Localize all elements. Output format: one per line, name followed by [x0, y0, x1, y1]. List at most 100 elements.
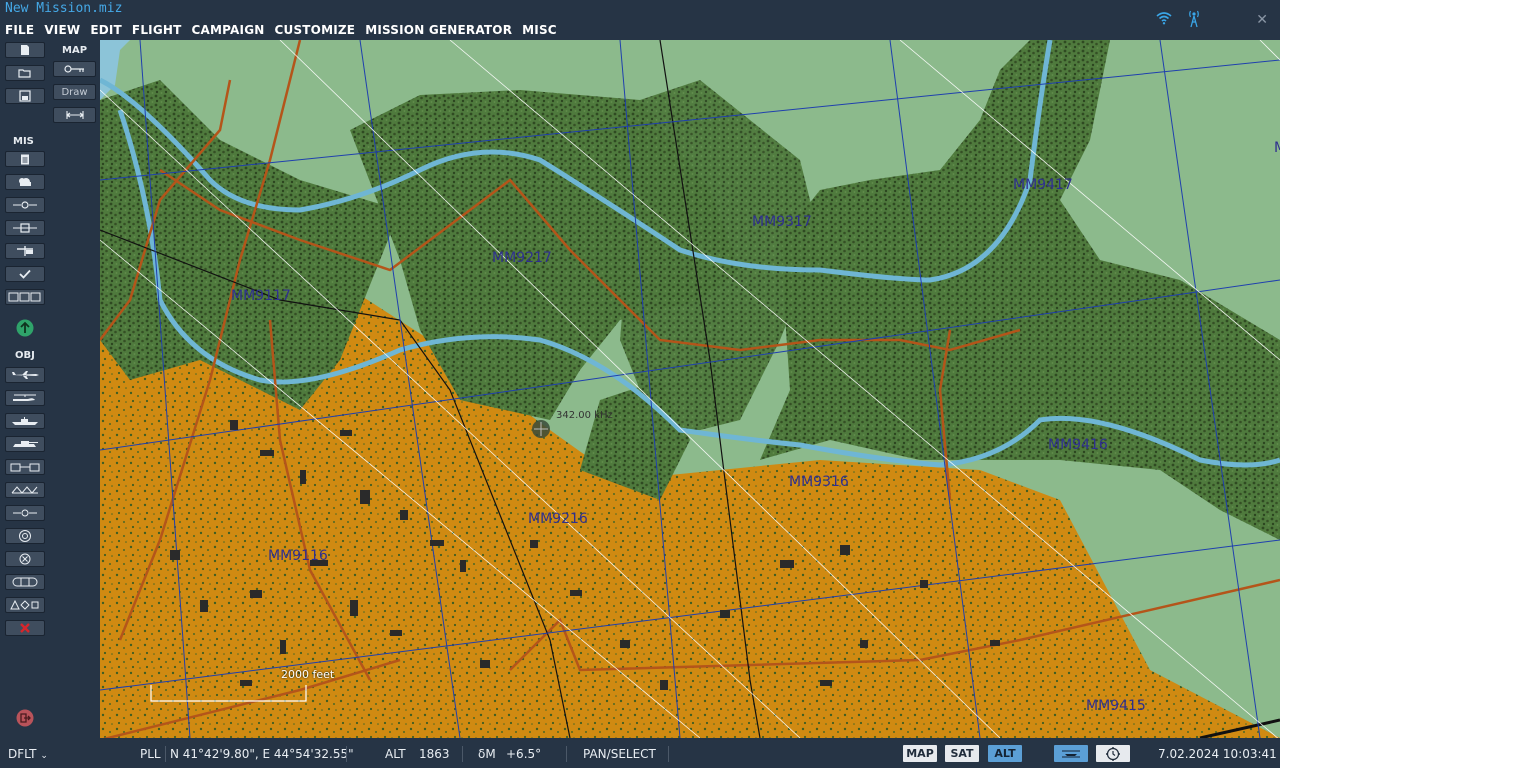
exit-icon[interactable]	[16, 709, 34, 731]
template-icon	[11, 486, 38, 494]
ruler-icon	[65, 111, 84, 119]
shapes-icon	[10, 600, 39, 610]
waypoint-icon	[13, 509, 37, 517]
new-file-button[interactable]	[5, 42, 45, 58]
delete-x-icon	[20, 623, 30, 633]
takeoff-arrow-icon[interactable]	[16, 319, 34, 341]
target-zone-icon	[19, 530, 31, 542]
menu-edit[interactable]: EDIT	[85, 23, 127, 37]
save-icon	[19, 90, 31, 102]
antenna-icon	[1186, 8, 1202, 32]
grid-label-mm9217: MM9217	[492, 250, 552, 266]
grid-label-mm9216: MM9216	[528, 511, 588, 527]
add-group-button[interactable]	[5, 574, 45, 590]
flag-icon	[17, 246, 33, 256]
menu-misc[interactable]: MISC	[517, 23, 562, 37]
add-static-button[interactable]	[5, 459, 45, 475]
add-ship-button[interactable]	[5, 413, 45, 429]
clipboard-icon	[21, 154, 29, 165]
mode-indicator: PAN/SELECT	[583, 747, 656, 761]
beacon-icon[interactable]	[532, 420, 550, 438]
coalitions-button[interactable]	[5, 289, 45, 305]
title-bar: New Mission.miz	[0, 0, 1280, 20]
draw-shapes-button[interactable]	[5, 597, 45, 613]
close-icon[interactable]: ✕	[1256, 12, 1268, 28]
add-waypoint-button[interactable]	[5, 505, 45, 521]
grid-label-mm9317: MM9317	[752, 214, 812, 230]
goals-button[interactable]	[5, 243, 45, 259]
profile-value: DFLT	[8, 747, 37, 761]
divider	[462, 746, 463, 762]
tank-icon	[13, 441, 38, 447]
filter-toggle-button[interactable]	[1054, 745, 1088, 762]
draw-button[interactable]: Draw	[53, 84, 96, 100]
magnetic-variation-value: +6.5°	[506, 747, 542, 761]
add-plane-button[interactable]	[5, 367, 45, 383]
cancel-circle-icon	[19, 553, 31, 565]
scale-label: 2000 feet	[281, 668, 335, 681]
status-bar: DFLT ⌄ PLL N 41°42'9.80", E 44°54'32.55"…	[0, 738, 1280, 768]
resource-manager-button[interactable]	[5, 220, 45, 236]
menu-flight[interactable]: FLIGHT	[127, 23, 187, 37]
sat-view-button[interactable]: SAT	[945, 745, 979, 762]
menu-customize[interactable]: CUSTOMIZE	[270, 23, 361, 37]
weather-button[interactable]	[5, 174, 45, 190]
mission-editor-window: New Mission.miz ✕ FILE VIEW EDIT FLIGHT …	[0, 0, 1280, 768]
delete-button[interactable]	[5, 620, 45, 636]
mis-section-label: MIS	[13, 136, 34, 147]
ruler-button[interactable]	[53, 107, 96, 123]
grid-label-mm9417: MM9417	[1013, 177, 1073, 193]
settings-button[interactable]	[1096, 745, 1130, 762]
grid-label-edge: M	[1274, 140, 1280, 156]
left-toolbar: MAP Draw MIS OBJ	[0, 40, 100, 738]
wifi-icon	[1156, 11, 1172, 29]
coalition-icon	[8, 292, 41, 302]
filter-icon	[1062, 750, 1080, 757]
cursor-coordinates: N 41°42'9.80", E 44°54'32.55"	[170, 747, 354, 761]
divider	[566, 746, 567, 762]
check-mission-button[interactable]	[5, 266, 45, 282]
grid-label-mm9316: MM9316	[789, 474, 849, 490]
plane-icon	[12, 371, 39, 379]
add-helicopter-button[interactable]	[5, 390, 45, 406]
group-icon	[12, 577, 38, 587]
save-file-button[interactable]	[5, 88, 45, 104]
grid-label-mm9116: MM9116	[268, 548, 328, 564]
add-vehicle-button[interactable]	[5, 436, 45, 452]
coord-system-label[interactable]: PLL	[140, 747, 161, 761]
map-tool-button[interactable]	[53, 61, 96, 77]
helicopter-icon	[13, 394, 36, 401]
add-zone-button[interactable]	[5, 528, 45, 544]
checkmark-icon	[19, 269, 31, 279]
map-view[interactable]: MM9117 MM9217 MM9317 MM9417 MM9116 MM921…	[100, 40, 1280, 738]
grid-label-mm9416: MM9416	[1048, 437, 1108, 453]
map-section-label: MAP	[62, 45, 88, 56]
new-file-icon	[21, 45, 29, 55]
chevron-down-icon: ⌄	[40, 751, 48, 761]
terrain-layer	[100, 40, 1280, 738]
weather-cloud-icon	[19, 178, 31, 186]
resource-icon	[13, 223, 37, 233]
grid-label-mm9117: MM9117	[231, 288, 291, 304]
mission-briefing-button[interactable]	[5, 151, 45, 167]
window-title: New Mission.miz	[5, 1, 123, 16]
map-view-button[interactable]: MAP	[903, 745, 937, 762]
trigger-icon	[13, 201, 37, 209]
title-icons: ✕	[1156, 0, 1268, 40]
grid-label-mm9415: MM9415	[1086, 698, 1146, 714]
alt-view-button[interactable]: ALT	[988, 745, 1022, 762]
delete-zone-button[interactable]	[5, 551, 45, 567]
profile-dropdown[interactable]: DFLT ⌄	[8, 747, 48, 761]
open-file-button[interactable]	[5, 65, 45, 81]
menu-mission-generator[interactable]: MISSION GENERATOR	[360, 23, 517, 37]
triggers-button[interactable]	[5, 197, 45, 213]
ship-icon	[12, 417, 38, 425]
menu-file[interactable]: FILE	[0, 23, 39, 37]
map-tool-icon	[63, 65, 84, 73]
beacon-frequency-label: 342.00 kHz	[556, 410, 613, 421]
obj-section-label: OBJ	[15, 350, 35, 361]
menu-view[interactable]: VIEW	[39, 23, 85, 37]
altitude-value: 1863	[419, 747, 450, 761]
add-template-button[interactable]	[5, 482, 45, 498]
menu-campaign[interactable]: CAMPAIGN	[187, 23, 270, 37]
